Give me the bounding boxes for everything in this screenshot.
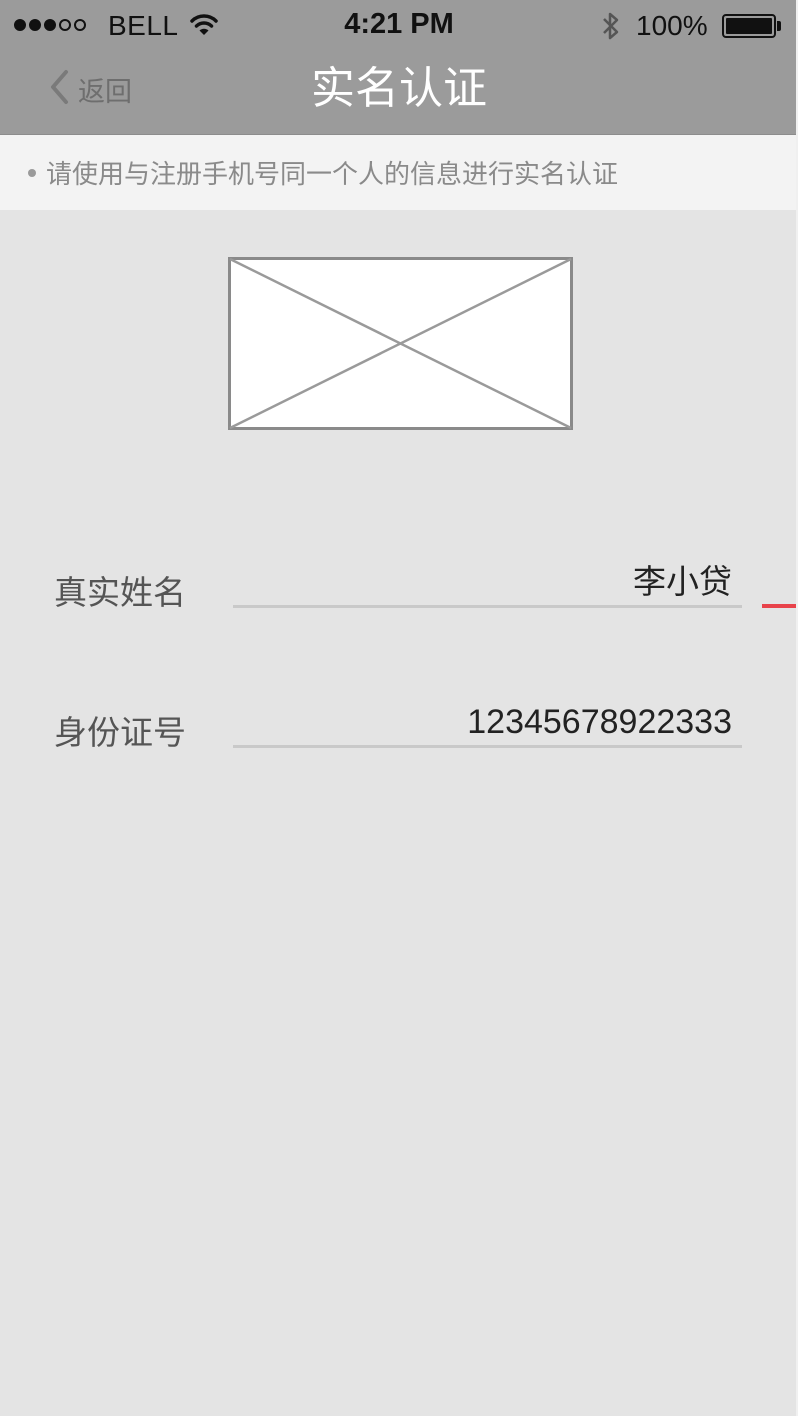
battery-tip [777,21,781,31]
id-number-field[interactable]: 12345678922333 [233,702,742,748]
battery-percent: 100% [636,10,708,41]
battery-icon [722,14,776,38]
bluetooth-icon [600,10,622,46]
image-placeholder-icon[interactable] [228,257,573,434]
id-number-label: 身份证号 [54,713,186,752]
notice-bar: 请使用与注册手机号同一个人的信息进行实名认证 [0,135,798,210]
bullet-icon [28,168,36,177]
name-label: 真实姓名 [54,573,186,612]
page-title: 实名认证 [311,63,487,114]
name-field[interactable]: 李小贷 [233,562,742,608]
field-indicator [762,604,798,608]
status-bar: BELL 4:21 PM 100% [0,0,798,52]
header: BELL 4:21 PM 100% 返回 实名认证 [0,0,798,135]
notice-text: 请使用与注册手机号同一个人的信息进行实名认证 [46,160,619,190]
